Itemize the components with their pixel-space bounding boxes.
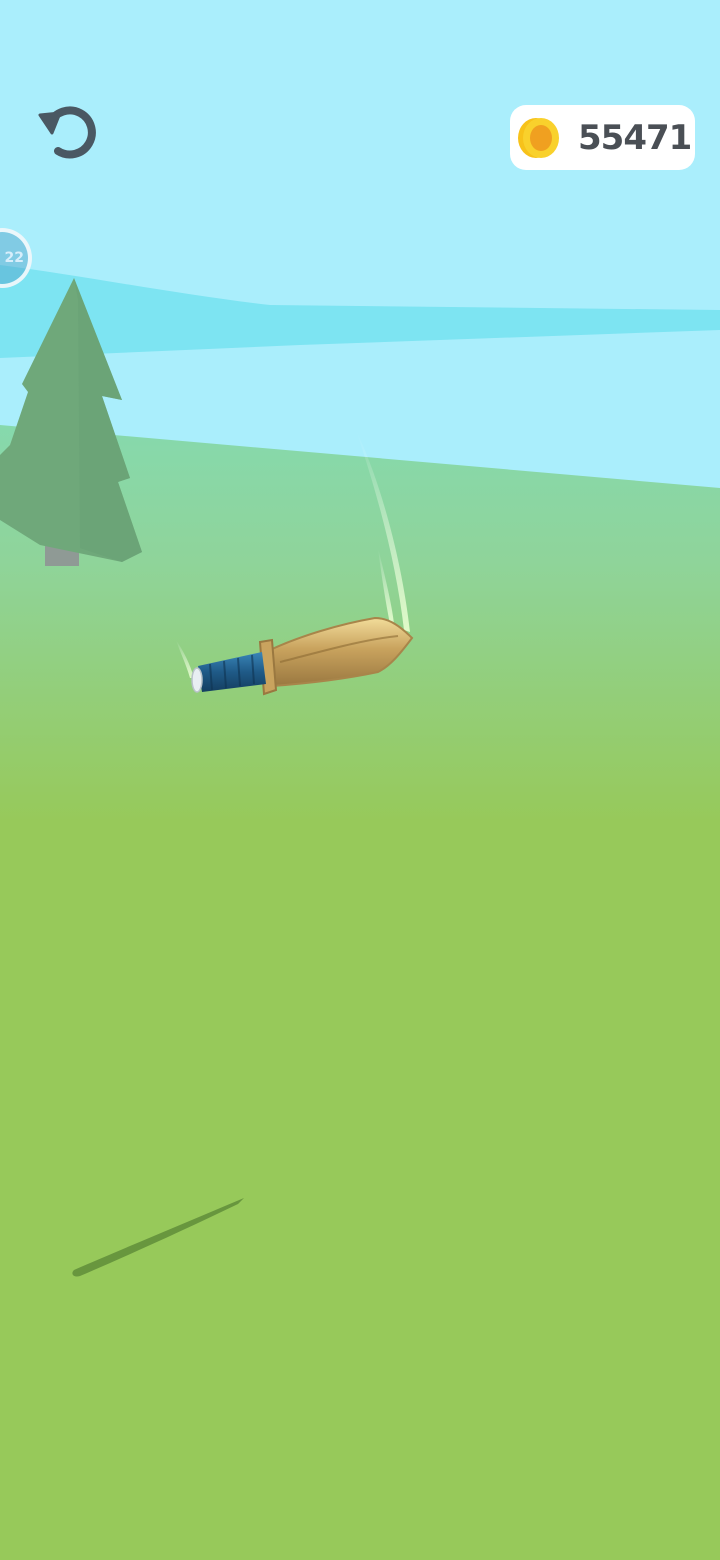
restart-arrow-icon: [38, 106, 96, 159]
background-scene: [0, 0, 720, 1560]
coin-count: 55471: [578, 117, 692, 158]
restart-button[interactable]: [30, 96, 106, 166]
ground: [0, 425, 720, 1560]
coin-counter: 55471: [510, 105, 695, 170]
game-scene[interactable]: 22 55471: [0, 0, 720, 1560]
level-badge-text: 22: [4, 250, 24, 266]
gold-coin-icon: [518, 117, 559, 158]
